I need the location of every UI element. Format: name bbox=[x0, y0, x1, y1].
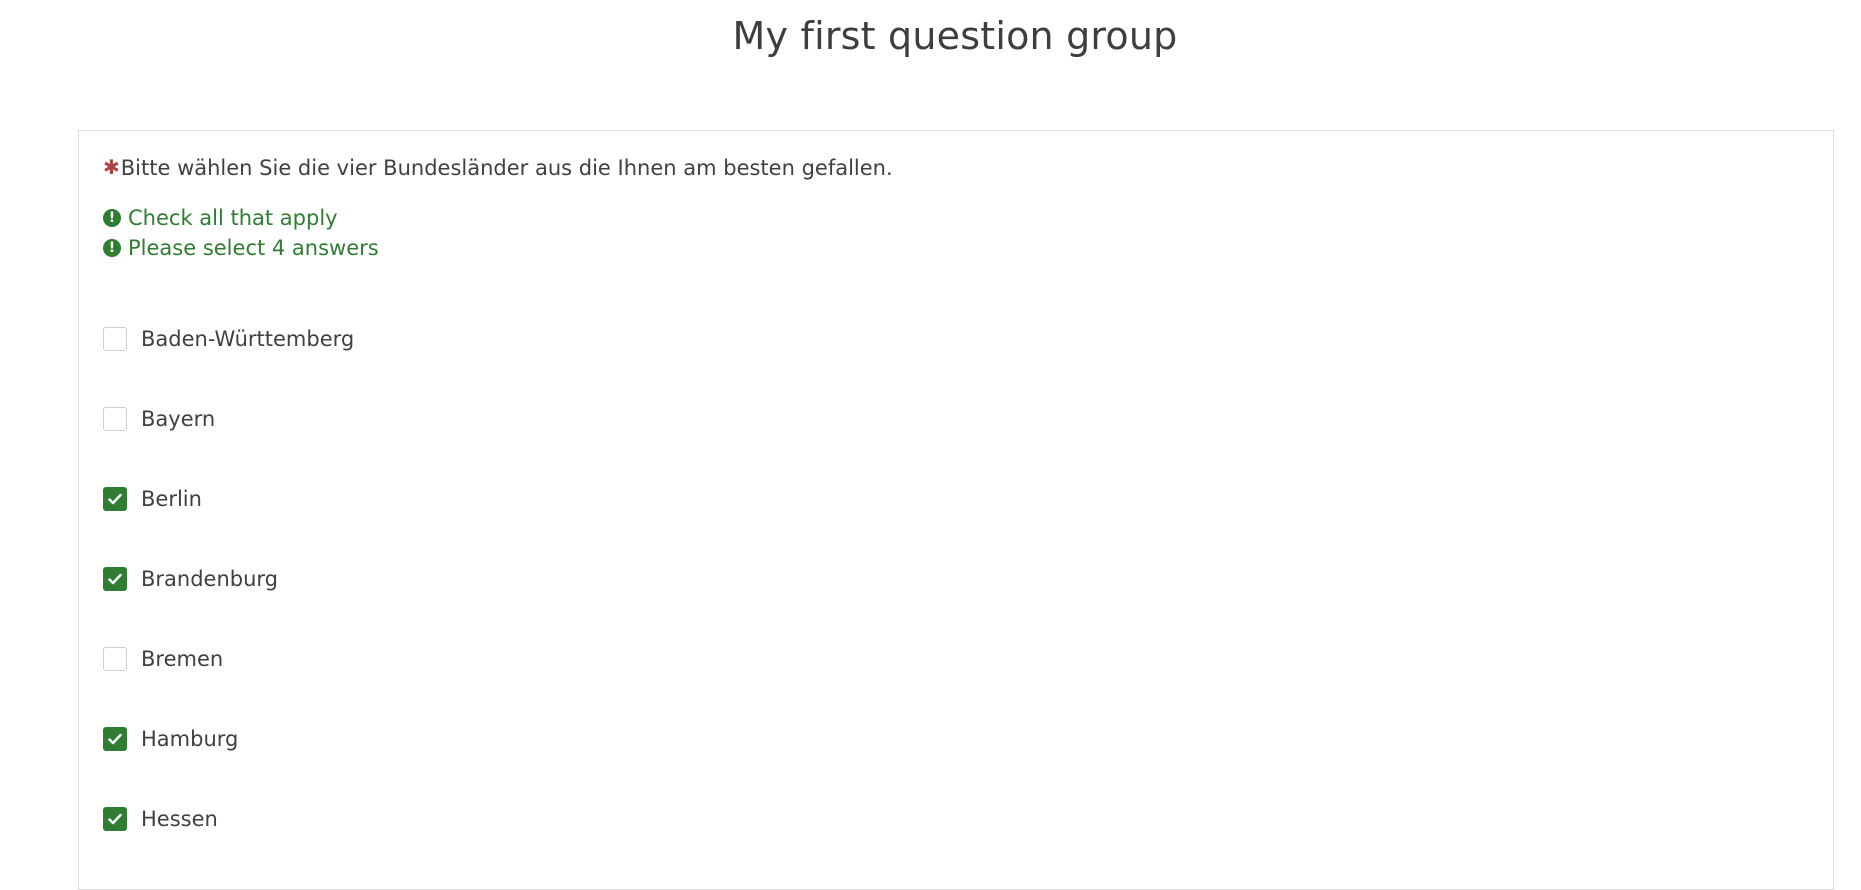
checkbox[interactable] bbox=[103, 487, 127, 511]
checkbox[interactable] bbox=[103, 327, 127, 351]
page-title: My first question group bbox=[732, 14, 1178, 58]
checkbox[interactable] bbox=[103, 647, 127, 671]
question-text: ✱Bitte wählen Sie die vier Bundesländer … bbox=[103, 155, 893, 180]
tip-select-count: ! Please select 4 answers bbox=[103, 236, 379, 260]
exclamation-circle-icon: ! bbox=[103, 209, 121, 227]
tip-check-all: ! Check all that apply bbox=[103, 206, 338, 230]
option-bayern[interactable]: Bayern bbox=[103, 407, 215, 431]
checkbox[interactable] bbox=[103, 807, 127, 831]
option-berlin[interactable]: Berlin bbox=[103, 487, 202, 511]
option-hessen[interactable]: Hessen bbox=[103, 807, 218, 831]
option-label: Berlin bbox=[141, 487, 202, 511]
option-label: Baden-Württemberg bbox=[141, 327, 355, 351]
question-label: Bitte wählen Sie die vier Bundesländer a… bbox=[120, 156, 893, 180]
question-panel: ✱Bitte wählen Sie die vier Bundesländer … bbox=[78, 130, 1834, 890]
checkmark-icon bbox=[108, 493, 122, 505]
option-label: Brandenburg bbox=[141, 567, 279, 591]
option-label: Hessen bbox=[141, 807, 218, 831]
checkbox[interactable] bbox=[103, 567, 127, 591]
mandatory-asterisk-icon: ✱ bbox=[103, 155, 120, 179]
tip-text: Check all that apply bbox=[128, 206, 338, 230]
option-label: Bayern bbox=[141, 407, 216, 431]
checkmark-icon bbox=[108, 573, 122, 585]
option-hamburg[interactable]: Hamburg bbox=[103, 727, 238, 751]
option-brandenburg[interactable]: Brandenburg bbox=[103, 567, 278, 591]
checkbox[interactable] bbox=[103, 727, 127, 751]
option-label: Bremen bbox=[141, 647, 224, 671]
option-bremen[interactable]: Bremen bbox=[103, 647, 223, 671]
checkmark-icon bbox=[108, 813, 122, 825]
checkmark-icon bbox=[108, 733, 122, 745]
option-baden-wuerttemberg[interactable]: Baden-Württemberg bbox=[103, 327, 354, 351]
option-label: Hamburg bbox=[141, 727, 239, 751]
checkbox[interactable] bbox=[103, 407, 127, 431]
tip-text: Please select 4 answers bbox=[128, 236, 379, 260]
exclamation-circle-icon: ! bbox=[103, 239, 121, 257]
